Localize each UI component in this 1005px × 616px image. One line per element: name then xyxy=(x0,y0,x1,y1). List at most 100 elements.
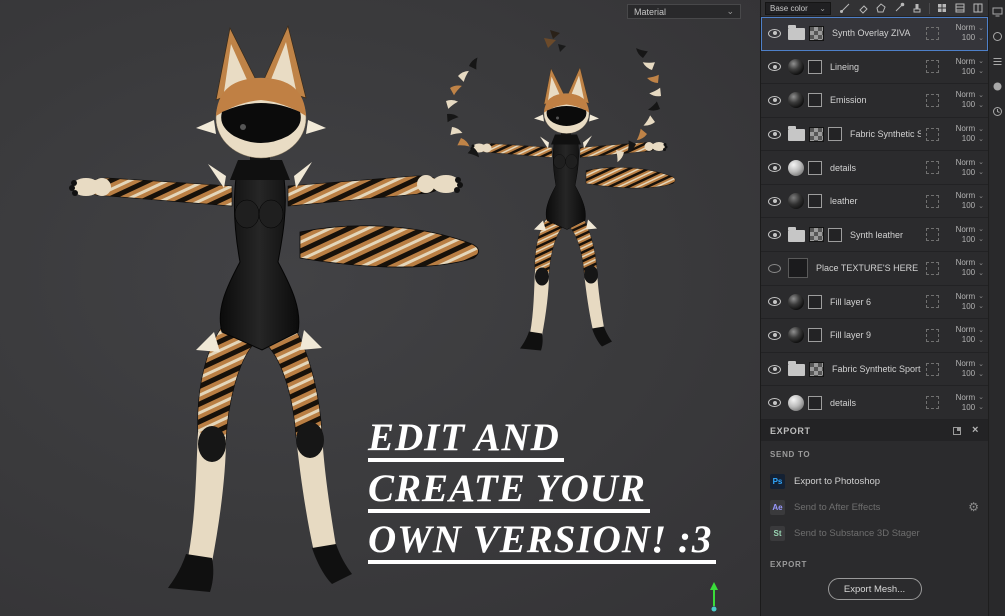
effects-slot[interactable] xyxy=(926,127,939,141)
sphere-gray-thumbnail[interactable] xyxy=(788,394,804,411)
mask-thumbnail[interactable] xyxy=(808,59,822,74)
layer-row[interactable]: Synth Overlay ZIVA Norm ⌄ 100 ⌄ xyxy=(761,17,988,51)
mask-thumbnail[interactable] xyxy=(808,328,822,343)
layer-name[interactable]: Emission xyxy=(830,95,921,105)
layer-row[interactable]: Fill layer 9 Norm ⌄ 100 ⌄ xyxy=(761,319,988,353)
visibility-eye-icon[interactable] xyxy=(768,398,781,408)
blend-mode-dropdown[interactable]: Norm ⌄ xyxy=(956,125,984,133)
layer-row[interactable]: details Norm ⌄ 100 ⌄ xyxy=(761,151,988,185)
layer-name[interactable]: Fabric Synthetic S... xyxy=(850,129,921,139)
eraser-icon[interactable] xyxy=(857,2,869,14)
effects-slot[interactable] xyxy=(926,261,939,275)
visibility-eye-icon[interactable] xyxy=(768,95,781,105)
folder-thumbnail[interactable] xyxy=(788,226,805,242)
columns-view-icon[interactable] xyxy=(972,2,984,14)
display-settings-icon[interactable] xyxy=(992,6,1003,17)
layer-name[interactable]: Synth Overlay ZIVA xyxy=(832,28,921,38)
send-to-item[interactable]: Ps Export to Photoshop xyxy=(770,468,979,494)
eyedropper-icon[interactable] xyxy=(893,2,905,14)
effects-slot[interactable] xyxy=(926,93,939,107)
blend-mode-dropdown[interactable]: Norm ⌄ xyxy=(956,192,984,200)
visibility-eye-icon[interactable] xyxy=(768,330,781,340)
send-to-item[interactable]: St Send to Substance 3D Stager xyxy=(770,520,979,546)
sphere-black-thumbnail[interactable] xyxy=(788,92,804,109)
dock-panel-icon[interactable] xyxy=(952,426,961,435)
visibility-eye-icon[interactable] xyxy=(768,163,781,173)
layers-list-icon[interactable] xyxy=(992,56,1003,67)
effects-slot[interactable] xyxy=(926,295,939,309)
layer-row[interactable]: Place TEXTURE'S HERE Norm ⌄ 100 ⌄ xyxy=(761,252,988,286)
checker-thumbnail[interactable] xyxy=(809,126,824,142)
sphere-black-thumbnail[interactable] xyxy=(788,293,804,310)
opacity-dropdown[interactable]: 100 ⌄ xyxy=(962,34,984,42)
visibility-eye-icon[interactable] xyxy=(768,196,781,206)
layer-row[interactable]: Fabric Synthetic S... Norm⌄ 100⌄ xyxy=(761,117,988,152)
opacity-dropdown[interactable]: 100 ⌄ xyxy=(962,336,984,344)
folder-thumbnail[interactable] xyxy=(788,126,805,142)
layer-name[interactable]: Lineing xyxy=(830,62,921,72)
opacity-dropdown[interactable]: 100 ⌄ xyxy=(962,403,984,412)
opacity-dropdown[interactable]: 100 ⌄ xyxy=(962,101,984,109)
effects-slot[interactable] xyxy=(926,362,939,376)
visibility-eye-icon[interactable] xyxy=(768,62,781,72)
visibility-eye-icon[interactable] xyxy=(768,263,781,273)
blend-mode-dropdown[interactable]: Norm ⌄ xyxy=(956,326,984,334)
export-mesh-button[interactable]: Export Mesh... xyxy=(827,578,922,600)
checker-thumbnail[interactable] xyxy=(809,361,824,377)
grid-view-icon[interactable] xyxy=(936,2,948,14)
blend-mode-dropdown[interactable]: Norm ⌄ xyxy=(956,24,984,32)
brush-icon[interactable] xyxy=(839,2,851,14)
opacity-dropdown[interactable]: 100 ⌄ xyxy=(962,269,984,277)
sphere-black-thumbnail[interactable] xyxy=(788,327,804,344)
layer-row[interactable]: details Norm ⌄ 100 ⌄ xyxy=(761,386,988,420)
mask-thumbnail[interactable] xyxy=(808,194,822,209)
mask-thumbnail[interactable] xyxy=(808,395,822,410)
opacity-dropdown[interactable]: 100 ⌄ xyxy=(962,302,984,311)
viewport-3d[interactable]: Material ⌄ EDIT AND CREATE YOUR OWN VERS… xyxy=(0,0,760,616)
layer-row[interactable]: Lineing Norm ⌄ 100 ⌄ xyxy=(761,50,988,85)
opacity-dropdown[interactable]: 100 ⌄ xyxy=(962,135,984,143)
layer-name[interactable]: details xyxy=(830,163,921,173)
mask-thumbnail[interactable] xyxy=(828,227,842,242)
visibility-eye-icon[interactable] xyxy=(768,230,781,240)
layer-name[interactable]: leather xyxy=(830,196,921,206)
layer-name[interactable]: Fill layer 9 xyxy=(830,330,921,340)
effects-slot[interactable] xyxy=(926,328,939,342)
sphere-black-thumbnail[interactable] xyxy=(788,58,804,75)
shader-sphere-icon[interactable] xyxy=(992,81,1003,92)
settings-gear-icon[interactable]: ⚙ xyxy=(968,501,979,513)
mask-thumbnail[interactable] xyxy=(808,93,822,108)
stamp-icon[interactable] xyxy=(911,2,923,14)
blend-mode-dropdown[interactable]: Norm ⌄ xyxy=(956,259,984,267)
visibility-eye-icon[interactable] xyxy=(768,297,781,307)
layer-name[interactable]: Synth leather xyxy=(850,230,921,240)
visibility-eye-icon[interactable] xyxy=(768,28,781,38)
opacity-dropdown[interactable]: 100 ⌄ xyxy=(962,202,984,210)
channel-select[interactable]: Base color ⌄ xyxy=(765,1,831,15)
effects-slot[interactable] xyxy=(926,60,939,74)
opacity-dropdown[interactable]: 100 ⌄ xyxy=(962,370,984,378)
layer-row[interactable]: leather Norm ⌄ 100 ⌄ xyxy=(761,184,988,219)
close-icon[interactable]: × xyxy=(972,425,979,436)
mask-thumbnail[interactable] xyxy=(808,160,822,175)
layer-row[interactable]: Synth leather Norm ⌄ 100 ⌄ xyxy=(761,218,988,253)
mask-thumbnail[interactable] xyxy=(808,294,822,309)
effects-slot[interactable] xyxy=(926,396,939,410)
blend-mode-dropdown[interactable]: Norm ⌄ xyxy=(956,360,984,368)
sphere-leather-thumbnail[interactable] xyxy=(788,193,804,210)
mask-thumbnail[interactable] xyxy=(828,127,842,142)
layer-name[interactable]: Place TEXTURE'S HERE xyxy=(816,263,921,273)
history-clock-icon[interactable] xyxy=(992,106,1003,117)
polygon-fill-icon[interactable] xyxy=(875,2,887,14)
folder-thumbnail[interactable] xyxy=(788,361,805,377)
effects-slot[interactable] xyxy=(926,228,939,242)
blend-mode-dropdown[interactable]: Norm ⌄ xyxy=(956,393,984,402)
sphere-gray-thumbnail[interactable] xyxy=(788,159,804,176)
layer-name[interactable]: details xyxy=(830,398,921,408)
blend-mode-dropdown[interactable]: Norm ⌄ xyxy=(956,292,984,301)
opacity-dropdown[interactable]: 100 ⌄ xyxy=(962,67,984,76)
effects-slot[interactable] xyxy=(926,161,939,175)
blend-mode-dropdown[interactable]: Norm ⌄ xyxy=(956,57,984,66)
opacity-dropdown[interactable]: 100 ⌄ xyxy=(962,168,984,177)
visibility-eye-icon[interactable] xyxy=(768,129,781,139)
